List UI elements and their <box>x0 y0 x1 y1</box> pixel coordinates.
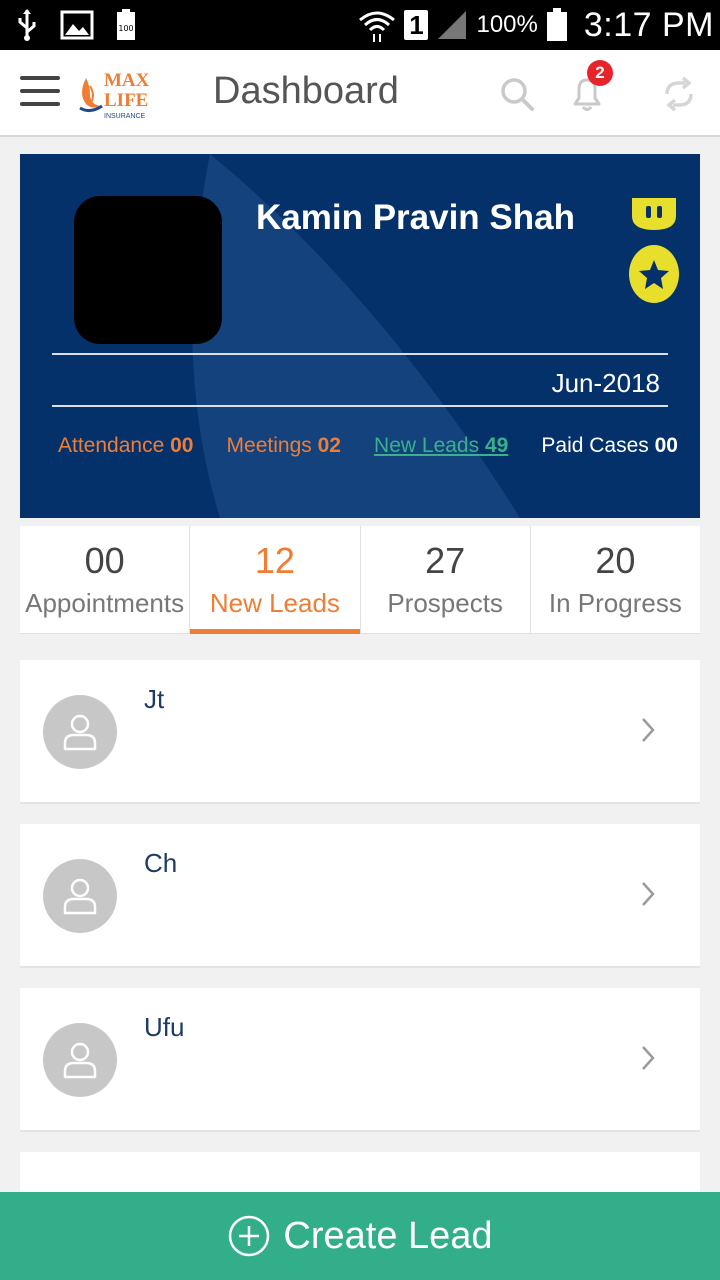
lead-tabs: 00 Appointments 12 New Leads 27 Prospect… <box>20 526 700 634</box>
medal-badge-icon[interactable] <box>628 194 680 306</box>
paid-cases-stat: Paid Cases 00 <box>541 434 678 457</box>
hamburger-menu-icon[interactable] <box>20 76 60 108</box>
lead-list-item[interactable]: Ufu <box>20 988 700 1132</box>
app-bar: MAX LIFE INSURANCE Dashboard 2 <box>0 50 720 137</box>
tab-count: 27 <box>425 540 466 581</box>
tab-new-leads[interactable]: 12 New Leads <box>190 526 361 634</box>
tab-label: Appointments <box>25 588 185 618</box>
tab-in-progress[interactable]: 20 In Progress <box>531 526 700 633</box>
add-circle-icon <box>229 1215 270 1257</box>
battery-percent: 100% <box>476 11 538 38</box>
clock: 3:17 PM <box>583 5 714 44</box>
lead-list-item[interactable]: Jt <box>20 660 700 804</box>
create-lead-label: Create Lead <box>283 1214 493 1257</box>
battery-100-icon: 100 <box>117 9 135 40</box>
sync-icon[interactable] <box>659 74 699 114</box>
tab-prospects[interactable]: 27 Prospects <box>361 526 531 633</box>
profile-stats: Attendance 00 Meetings 02 New Leads 49 P… <box>58 434 678 458</box>
tab-count: 00 <box>84 540 125 581</box>
lead-name: Ch <box>144 848 178 878</box>
agent-name: Kamin Pravin Shah <box>256 198 575 237</box>
tab-count: 20 <box>595 540 636 581</box>
battery-icon <box>546 8 567 41</box>
meetings-stat: Meetings 02 <box>226 434 341 457</box>
create-lead-button[interactable]: Create Lead <box>0 1192 720 1280</box>
sim-icon: 1 <box>404 10 429 40</box>
svg-text:MAX: MAX <box>104 70 150 91</box>
search-icon[interactable] <box>497 74 537 114</box>
lead-name: Ufu <box>144 1012 185 1042</box>
tab-label: In Progress <box>548 588 682 618</box>
image-icon <box>60 10 94 40</box>
page-title: Dashboard <box>213 70 399 112</box>
new-leads-link[interactable]: New Leads 49 <box>374 434 508 458</box>
svg-text:LIFE: LIFE <box>104 90 148 111</box>
tab-count: 12 <box>254 540 295 581</box>
chevron-right-icon <box>642 882 655 906</box>
divider <box>52 405 668 407</box>
chevron-right-icon <box>642 1046 655 1070</box>
tab-label: Prospects <box>387 588 503 618</box>
tab-label: New Leads <box>209 588 340 618</box>
profile-card: Kamin Pravin Shah Jun-2018 Attendance 00… <box>20 154 700 518</box>
lead-name: Jt <box>144 684 165 714</box>
svg-text:INSURANCE: INSURANCE <box>104 113 146 120</box>
divider <box>52 353 668 355</box>
attendance-stat: Attendance 00 <box>58 434 194 457</box>
notification-badge: 2 <box>587 60 613 86</box>
user-avatar-icon <box>43 859 117 933</box>
status-bar: 100 1 100% 3:17 PM <box>0 0 720 50</box>
signal-icon <box>438 11 467 39</box>
lead-list-item-partial[interactable] <box>20 1152 700 1192</box>
tab-appointments[interactable]: 00 Appointments <box>20 526 191 633</box>
user-avatar-icon <box>43 1023 117 1097</box>
report-period: Jun-2018 <box>551 368 660 398</box>
lead-list-item[interactable]: Ch <box>20 824 700 968</box>
chevron-right-icon <box>642 718 655 742</box>
svg-text:100: 100 <box>118 24 133 33</box>
user-avatar-icon <box>43 695 117 769</box>
wifi-icon <box>359 11 396 42</box>
usb-icon <box>18 9 36 41</box>
profile-avatar[interactable] <box>74 196 222 344</box>
max-life-logo: MAX LIFE INSURANCE <box>79 70 150 120</box>
